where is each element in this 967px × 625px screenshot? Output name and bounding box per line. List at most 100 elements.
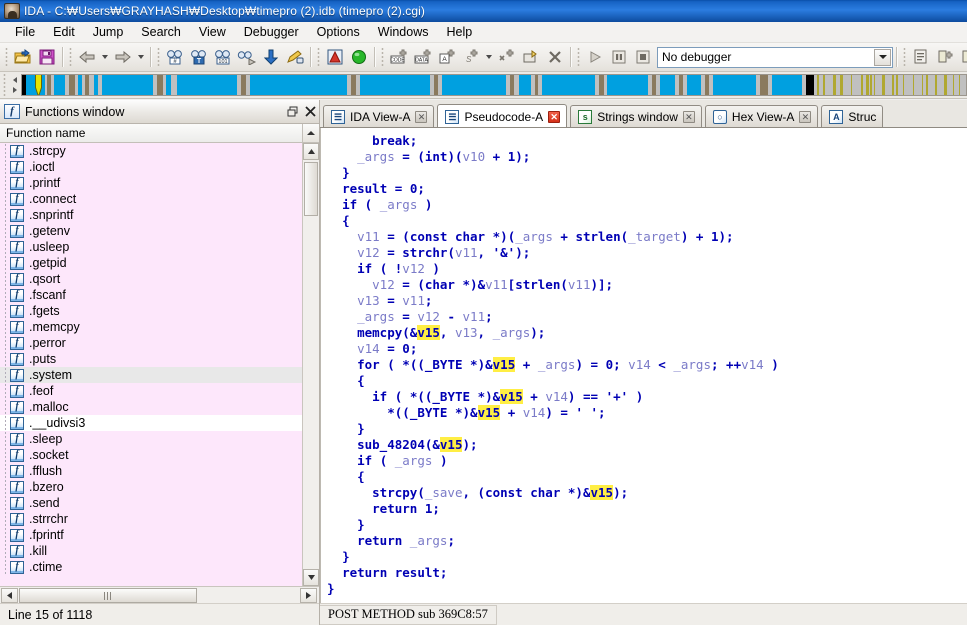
navigator-scroll-buttons[interactable] bbox=[9, 74, 21, 96]
function-list-item[interactable]: f .perror bbox=[0, 335, 302, 351]
menu-edit[interactable]: Edit bbox=[44, 23, 84, 41]
navigator-scroll-right-icon[interactable] bbox=[13, 87, 17, 93]
scroll-down-icon[interactable] bbox=[303, 569, 319, 586]
pseudocode-view[interactable]: break; _args = (int)(v10 + 1); } result … bbox=[320, 128, 967, 603]
debugger-select[interactable]: No debugger bbox=[657, 46, 893, 68]
chevron-down-icon[interactable] bbox=[874, 48, 891, 66]
menu-options[interactable]: Options bbox=[308, 23, 369, 41]
open-file-icon[interactable] bbox=[11, 46, 35, 69]
navigate-back-dropdown-icon[interactable] bbox=[99, 46, 111, 69]
tab-close-icon[interactable]: ✕ bbox=[682, 111, 695, 123]
save-file-icon[interactable] bbox=[35, 46, 59, 69]
function-list-item[interactable]: f .ioctl bbox=[0, 159, 302, 175]
function-list-item[interactable]: f .socket bbox=[0, 447, 302, 463]
tab-pseudocode-a[interactable]: ☰ Pseudocode-A ✕ bbox=[437, 104, 568, 127]
navigate-forward-icon[interactable] bbox=[111, 46, 135, 69]
make-array-icon[interactable] bbox=[495, 46, 519, 69]
function-list-item[interactable]: f .__udivsi3 bbox=[0, 415, 302, 431]
function-list-item[interactable]: f .fscanf bbox=[0, 287, 302, 303]
function-list-item[interactable]: f .puts bbox=[0, 351, 302, 367]
function-list-item[interactable]: f .strcpy bbox=[0, 143, 302, 159]
navigator-position-marker[interactable] bbox=[35, 75, 43, 95]
producer-icon[interactable] bbox=[283, 46, 307, 69]
function-list[interactable]: f .strcpy f .ioctl f .printf f .connect f .snprin… bbox=[0, 143, 319, 586]
search-text-icon[interactable]: T bbox=[187, 46, 211, 69]
function-list-item[interactable]: f .memcpy bbox=[0, 319, 302, 335]
toolbar-grip-3[interactable] bbox=[155, 46, 162, 68]
function-list-item[interactable]: f .kill bbox=[0, 543, 302, 559]
tab-ida-view-a[interactable]: ☰ IDA View-A ✕ bbox=[323, 105, 435, 127]
navigator-grip[interactable] bbox=[0, 74, 9, 96]
warning-icon[interactable] bbox=[323, 46, 347, 69]
stop-debugger-icon[interactable] bbox=[631, 46, 655, 69]
functions-sort-asc-icon[interactable] bbox=[302, 124, 319, 142]
jump-to-address-icon[interactable]: # bbox=[163, 46, 187, 69]
hscroll-left-icon[interactable] bbox=[1, 587, 18, 603]
search-sequence-icon[interactable]: 101 bbox=[211, 46, 235, 69]
menu-search[interactable]: Search bbox=[132, 23, 190, 41]
function-list-item[interactable]: f .sleep bbox=[0, 431, 302, 447]
function-list-item[interactable]: f .fflush bbox=[0, 463, 302, 479]
make-data-icon[interactable]: DATA bbox=[411, 46, 435, 69]
function-list-item[interactable]: f .connect bbox=[0, 191, 302, 207]
close-icon[interactable] bbox=[301, 103, 319, 121]
function-list-item[interactable]: f .usleep bbox=[0, 239, 302, 255]
hscrollbar-thumb[interactable] bbox=[19, 588, 197, 603]
run-debugger-icon[interactable] bbox=[583, 46, 607, 69]
pseudocode-text[interactable]: break; _args = (int)(v10 + 1); } result … bbox=[321, 128, 967, 597]
function-list-item[interactable]: f .strrchr bbox=[0, 511, 302, 527]
function-list-item[interactable]: f .ctime bbox=[0, 559, 302, 575]
menu-file[interactable]: File bbox=[6, 23, 44, 41]
search-next-icon[interactable] bbox=[235, 46, 259, 69]
function-list-item[interactable]: f .getenv bbox=[0, 223, 302, 239]
navigator-strip[interactable] bbox=[21, 74, 967, 96]
function-list-item[interactable]: f .snprintf bbox=[0, 207, 302, 223]
scroll-up-icon[interactable] bbox=[303, 143, 319, 160]
navigate-back-icon[interactable] bbox=[75, 46, 99, 69]
menu-windows[interactable]: Windows bbox=[369, 23, 438, 41]
function-list-item[interactable]: f .fprintf bbox=[0, 527, 302, 543]
tab-struc[interactable]: A Struc bbox=[821, 105, 884, 127]
function-list-item[interactable]: f .send bbox=[0, 495, 302, 511]
tab-close-icon[interactable]: ✕ bbox=[548, 111, 561, 123]
menu-jump[interactable]: Jump bbox=[84, 23, 133, 41]
function-list-item[interactable]: f .feof bbox=[0, 383, 302, 399]
run-analysis-icon[interactable] bbox=[347, 46, 371, 69]
toolbar-grip-2[interactable] bbox=[67, 46, 74, 68]
scrollbar-thumb[interactable] bbox=[304, 162, 318, 216]
toolbar-grip[interactable] bbox=[3, 46, 10, 68]
make-code-icon[interactable]: CODE bbox=[387, 46, 411, 69]
make-struct-icon[interactable]: S bbox=[459, 46, 483, 69]
make-ascii-icon[interactable]: A bbox=[435, 46, 459, 69]
restore-icon[interactable] bbox=[283, 103, 301, 121]
toolbar-grip-6[interactable] bbox=[575, 46, 582, 68]
detach-process-icon[interactable] bbox=[957, 46, 967, 69]
tab-close-icon[interactable]: ✕ bbox=[415, 111, 428, 123]
debugger-options-icon[interactable] bbox=[909, 46, 933, 69]
menu-debugger[interactable]: Debugger bbox=[235, 23, 308, 41]
toolbar-grip-4[interactable] bbox=[315, 46, 322, 68]
tab-hex-view-a[interactable]: ○ Hex View-A ✕ bbox=[704, 105, 819, 127]
jump-down-icon[interactable] bbox=[259, 46, 283, 69]
attach-process-icon[interactable] bbox=[933, 46, 957, 69]
navigate-forward-dropdown-icon[interactable] bbox=[135, 46, 147, 69]
menu-help[interactable]: Help bbox=[437, 23, 481, 41]
toolbar-grip-7[interactable] bbox=[901, 46, 908, 68]
function-list-scrollbar[interactable] bbox=[302, 143, 319, 586]
tab-close-icon[interactable]: ✕ bbox=[799, 111, 812, 123]
function-list-item[interactable]: f .bzero bbox=[0, 479, 302, 495]
function-name-column-header[interactable]: Function name bbox=[0, 124, 319, 143]
make-struct-dropdown-icon[interactable] bbox=[483, 46, 495, 69]
hscroll-right-icon[interactable] bbox=[300, 587, 317, 603]
delete-icon[interactable] bbox=[543, 46, 567, 69]
toolbar-grip-5[interactable] bbox=[379, 46, 386, 68]
function-list-item[interactable]: f .malloc bbox=[0, 399, 302, 415]
tab-strings-window[interactable]: s Strings window ✕ bbox=[570, 105, 702, 127]
function-list-item[interactable]: f .qsort bbox=[0, 271, 302, 287]
pause-debugger-icon[interactable] bbox=[607, 46, 631, 69]
undefine-icon[interactable] bbox=[519, 46, 543, 69]
navigator-scroll-left-icon[interactable] bbox=[13, 77, 17, 83]
function-list-item[interactable]: f .system bbox=[0, 367, 302, 383]
function-list-item[interactable]: f .printf bbox=[0, 175, 302, 191]
function-list-hscrollbar[interactable] bbox=[0, 586, 319, 603]
